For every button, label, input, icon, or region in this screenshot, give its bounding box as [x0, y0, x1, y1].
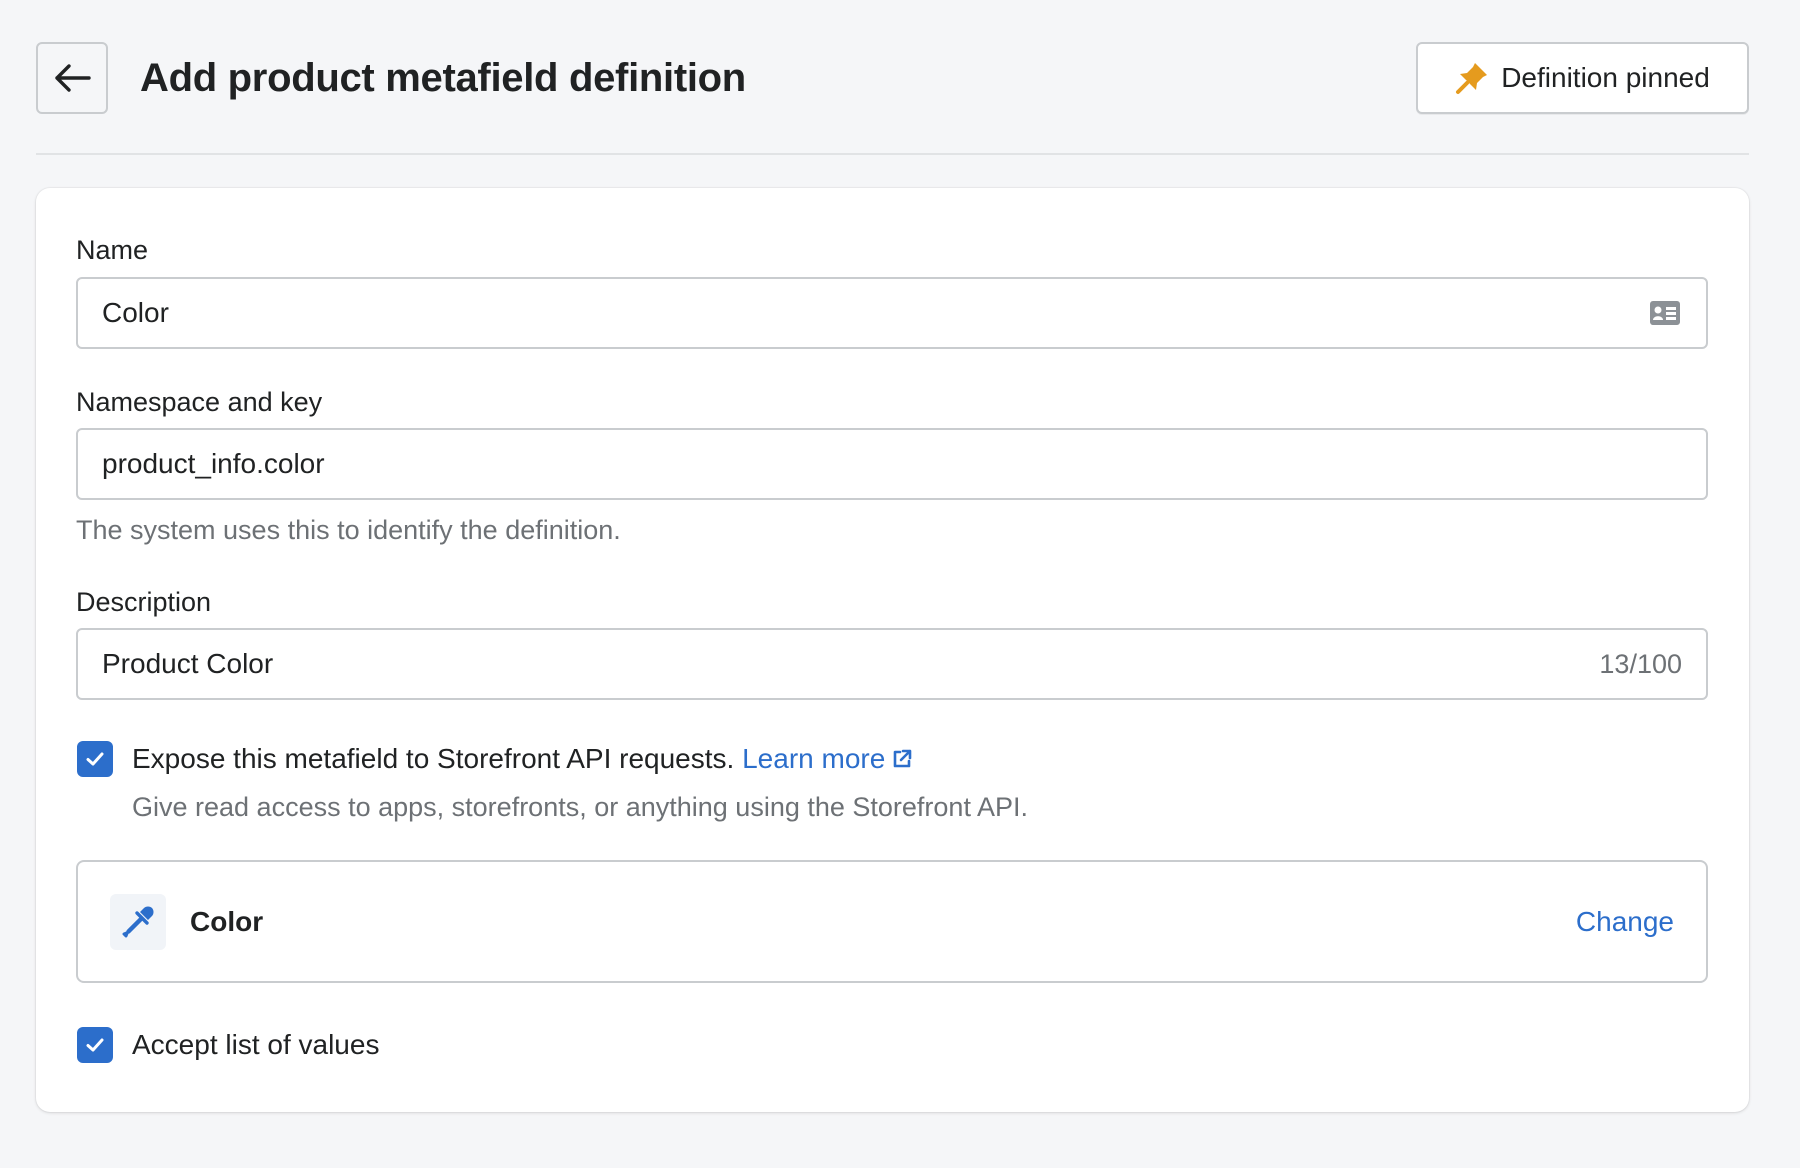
name-label: Name	[76, 235, 149, 265]
change-type-link[interactable]: Change	[1576, 904, 1674, 940]
learn-more-link[interactable]: Learn more	[742, 743, 913, 774]
page: Add product metafield definition Definit…	[0, 0, 1800, 1168]
contact-card-icon	[1650, 301, 1680, 325]
namespace-key-value: product_info.color	[102, 448, 325, 479]
external-link-icon	[893, 749, 912, 768]
name-input[interactable]: Color	[76, 277, 1708, 349]
namespace-help-text: The system uses this to identify the def…	[76, 515, 621, 545]
storefront-api-checkbox[interactable]	[77, 741, 113, 777]
pin-icon	[1456, 63, 1488, 94]
namespace-label: Namespace and key	[76, 387, 323, 417]
type-icon-container	[110, 894, 166, 950]
storefront-api-label: Expose this metafield to Storefront API …	[132, 741, 913, 777]
description-value: Product Color	[102, 648, 274, 679]
description-label: Description	[76, 587, 212, 617]
namespace-key-input[interactable]: product_info.color	[76, 428, 1708, 500]
storefront-api-text: Expose this metafield to Storefront API …	[132, 743, 735, 774]
accept-list-label: Accept list of values	[132, 1029, 380, 1060]
type-name: Color	[190, 906, 264, 937]
definition-pinned-label: Definition pinned	[1501, 62, 1710, 93]
name-input-value: Color	[102, 297, 169, 328]
metafield-type-selector: Color Change	[76, 860, 1708, 983]
checkmark-icon	[86, 752, 104, 766]
description-input[interactable]: Product Color 13/100	[76, 628, 1708, 700]
page-header: Add product metafield definition Definit…	[36, 42, 1749, 114]
accept-list-checkbox[interactable]	[77, 1027, 113, 1063]
definition-form-card: Name Color Namespace and key product_inf…	[36, 188, 1749, 1112]
eyedropper-icon	[122, 906, 154, 938]
checkmark-icon	[86, 1038, 104, 1052]
arrow-left-icon	[55, 64, 91, 92]
character-counter: 13/100	[1599, 648, 1682, 679]
storefront-api-help: Give read access to apps, storefronts, o…	[132, 792, 1028, 822]
learn-more-label: Learn more	[742, 743, 886, 774]
page-title: Add product metafield definition	[140, 56, 746, 100]
definition-pinned-button[interactable]: Definition pinned	[1416, 42, 1749, 114]
header-divider	[36, 153, 1749, 155]
back-button[interactable]	[36, 42, 108, 114]
